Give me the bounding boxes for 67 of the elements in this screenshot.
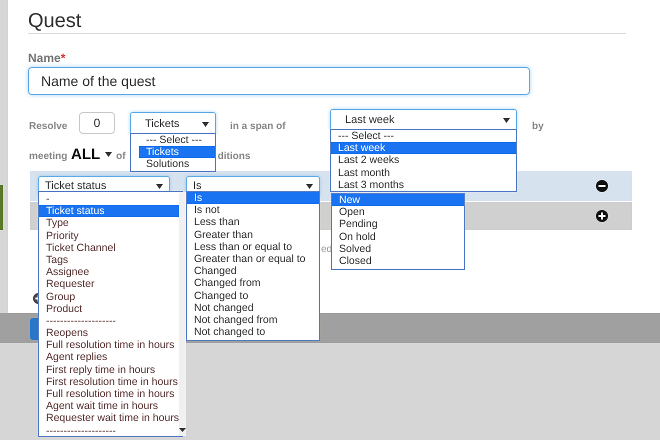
dropdown-option[interactable]: Type — [39, 217, 180, 230]
field-label: in a span of — [230, 121, 287, 132]
dropdown-option[interactable]: Not changed to — [187, 326, 319, 338]
dropdown-option[interactable]: Agent wait time in hours — [39, 400, 180, 412]
dropdown-option[interactable]: Last 3 months — [331, 178, 516, 191]
dropdown-option[interactable]: Changed to — [187, 290, 319, 302]
dropdown-option[interactable]: Changed from — [187, 277, 319, 290]
edge-strip — [0, 185, 3, 230]
scrollbar[interactable] — [179, 192, 186, 436]
dropdown-option[interactable]: Group — [39, 290, 180, 303]
count-field[interactable]: 0 — [79, 112, 115, 134]
dropdown-option[interactable]: First resolution time in hours — [39, 376, 180, 388]
field-label: Resolve — [29, 121, 68, 132]
field-label: of — [116, 151, 126, 162]
dropdown-option[interactable]: -------------------- — [39, 424, 180, 437]
dropdown-option[interactable]: Product — [39, 302, 180, 315]
dropdown-option[interactable]: -------------------- — [39, 314, 180, 328]
field-label: Name* — [28, 51, 66, 65]
dropdown-option[interactable]: Greater than — [187, 228, 319, 241]
field-label: ditions — [218, 151, 250, 162]
add-icon[interactable] — [596, 210, 608, 222]
field-label: by — [532, 121, 544, 132]
dropdown-option[interactable]: Assignee — [39, 266, 180, 278]
dropdown-option[interactable]: Requester wait time in hours — [39, 412, 180, 425]
page-title: Quest — [28, 0, 626, 34]
dropdown-option[interactable]: Tags — [39, 254, 180, 266]
dropdown-option[interactable]: Full resolution time in hours — [39, 339, 180, 352]
dropdown-option[interactable]: Ticket status — [39, 205, 180, 218]
dropdown-option[interactable]: Greater than or equal to — [187, 252, 319, 266]
dropdown-option[interactable]: New — [332, 194, 464, 206]
dropdown-option[interactable]: Changed — [187, 265, 319, 278]
dropdown-option[interactable]: First reply time in hours — [39, 364, 180, 376]
dropdown-option[interactable]: Open — [332, 206, 464, 218]
dropdown-option[interactable]: Last week — [331, 142, 516, 154]
dropdown-option[interactable]: Solved — [332, 242, 464, 255]
dropdown-option[interactable]: --- Select --- — [331, 130, 516, 142]
dropdown-option[interactable]: Requester — [39, 278, 180, 290]
dropdown-option[interactable]: Not changed from — [187, 314, 319, 326]
name-field[interactable]: Name of the quest — [28, 67, 530, 95]
caret-icon — [503, 118, 510, 122]
dropdown-option[interactable]: On hold — [332, 230, 464, 243]
dropdown-option[interactable]: Last 2 weeks — [331, 154, 516, 167]
caret-icon — [306, 184, 313, 188]
caret-icon — [105, 152, 112, 157]
dropdown-option[interactable]: Less than — [187, 216, 319, 229]
dropdown-option[interactable]: Last month — [331, 166, 516, 179]
dropdown-option[interactable]: Priority — [39, 230, 180, 242]
dropdown-option[interactable]: Solutions — [139, 158, 215, 171]
dropdown-option[interactable]: Less than or equal to — [187, 240, 319, 253]
dropdown-option[interactable]: Pending — [332, 218, 464, 231]
field-label: meeting — [29, 151, 68, 162]
remove-icon[interactable] — [596, 180, 608, 192]
dropdown-option[interactable]: Not changed — [187, 302, 319, 314]
dropdown-option[interactable]: --- Select --- — [139, 134, 215, 146]
dropdown-option[interactable]: Closed — [332, 254, 464, 268]
dropdown-option[interactable]: Agent replies — [39, 351, 180, 364]
dropdown-select[interactable]: Last week — [330, 109, 517, 131]
caret-icon — [156, 184, 163, 188]
caret-icon — [202, 122, 209, 126]
match-mode-select[interactable]: ALL — [71, 146, 112, 163]
scroll-down-icon[interactable] — [179, 428, 186, 432]
dropdown-option[interactable]: Tickets — [139, 146, 215, 158]
dropdown-option[interactable]: Is not — [187, 204, 319, 216]
dropdown-option[interactable]: Ticket Channel — [39, 242, 180, 254]
dropdown-option[interactable]: Is — [187, 192, 319, 204]
dropdown-option[interactable]: Reopens — [39, 327, 180, 340]
dropdown-option[interactable]: Full resolution time in hours — [39, 388, 180, 400]
